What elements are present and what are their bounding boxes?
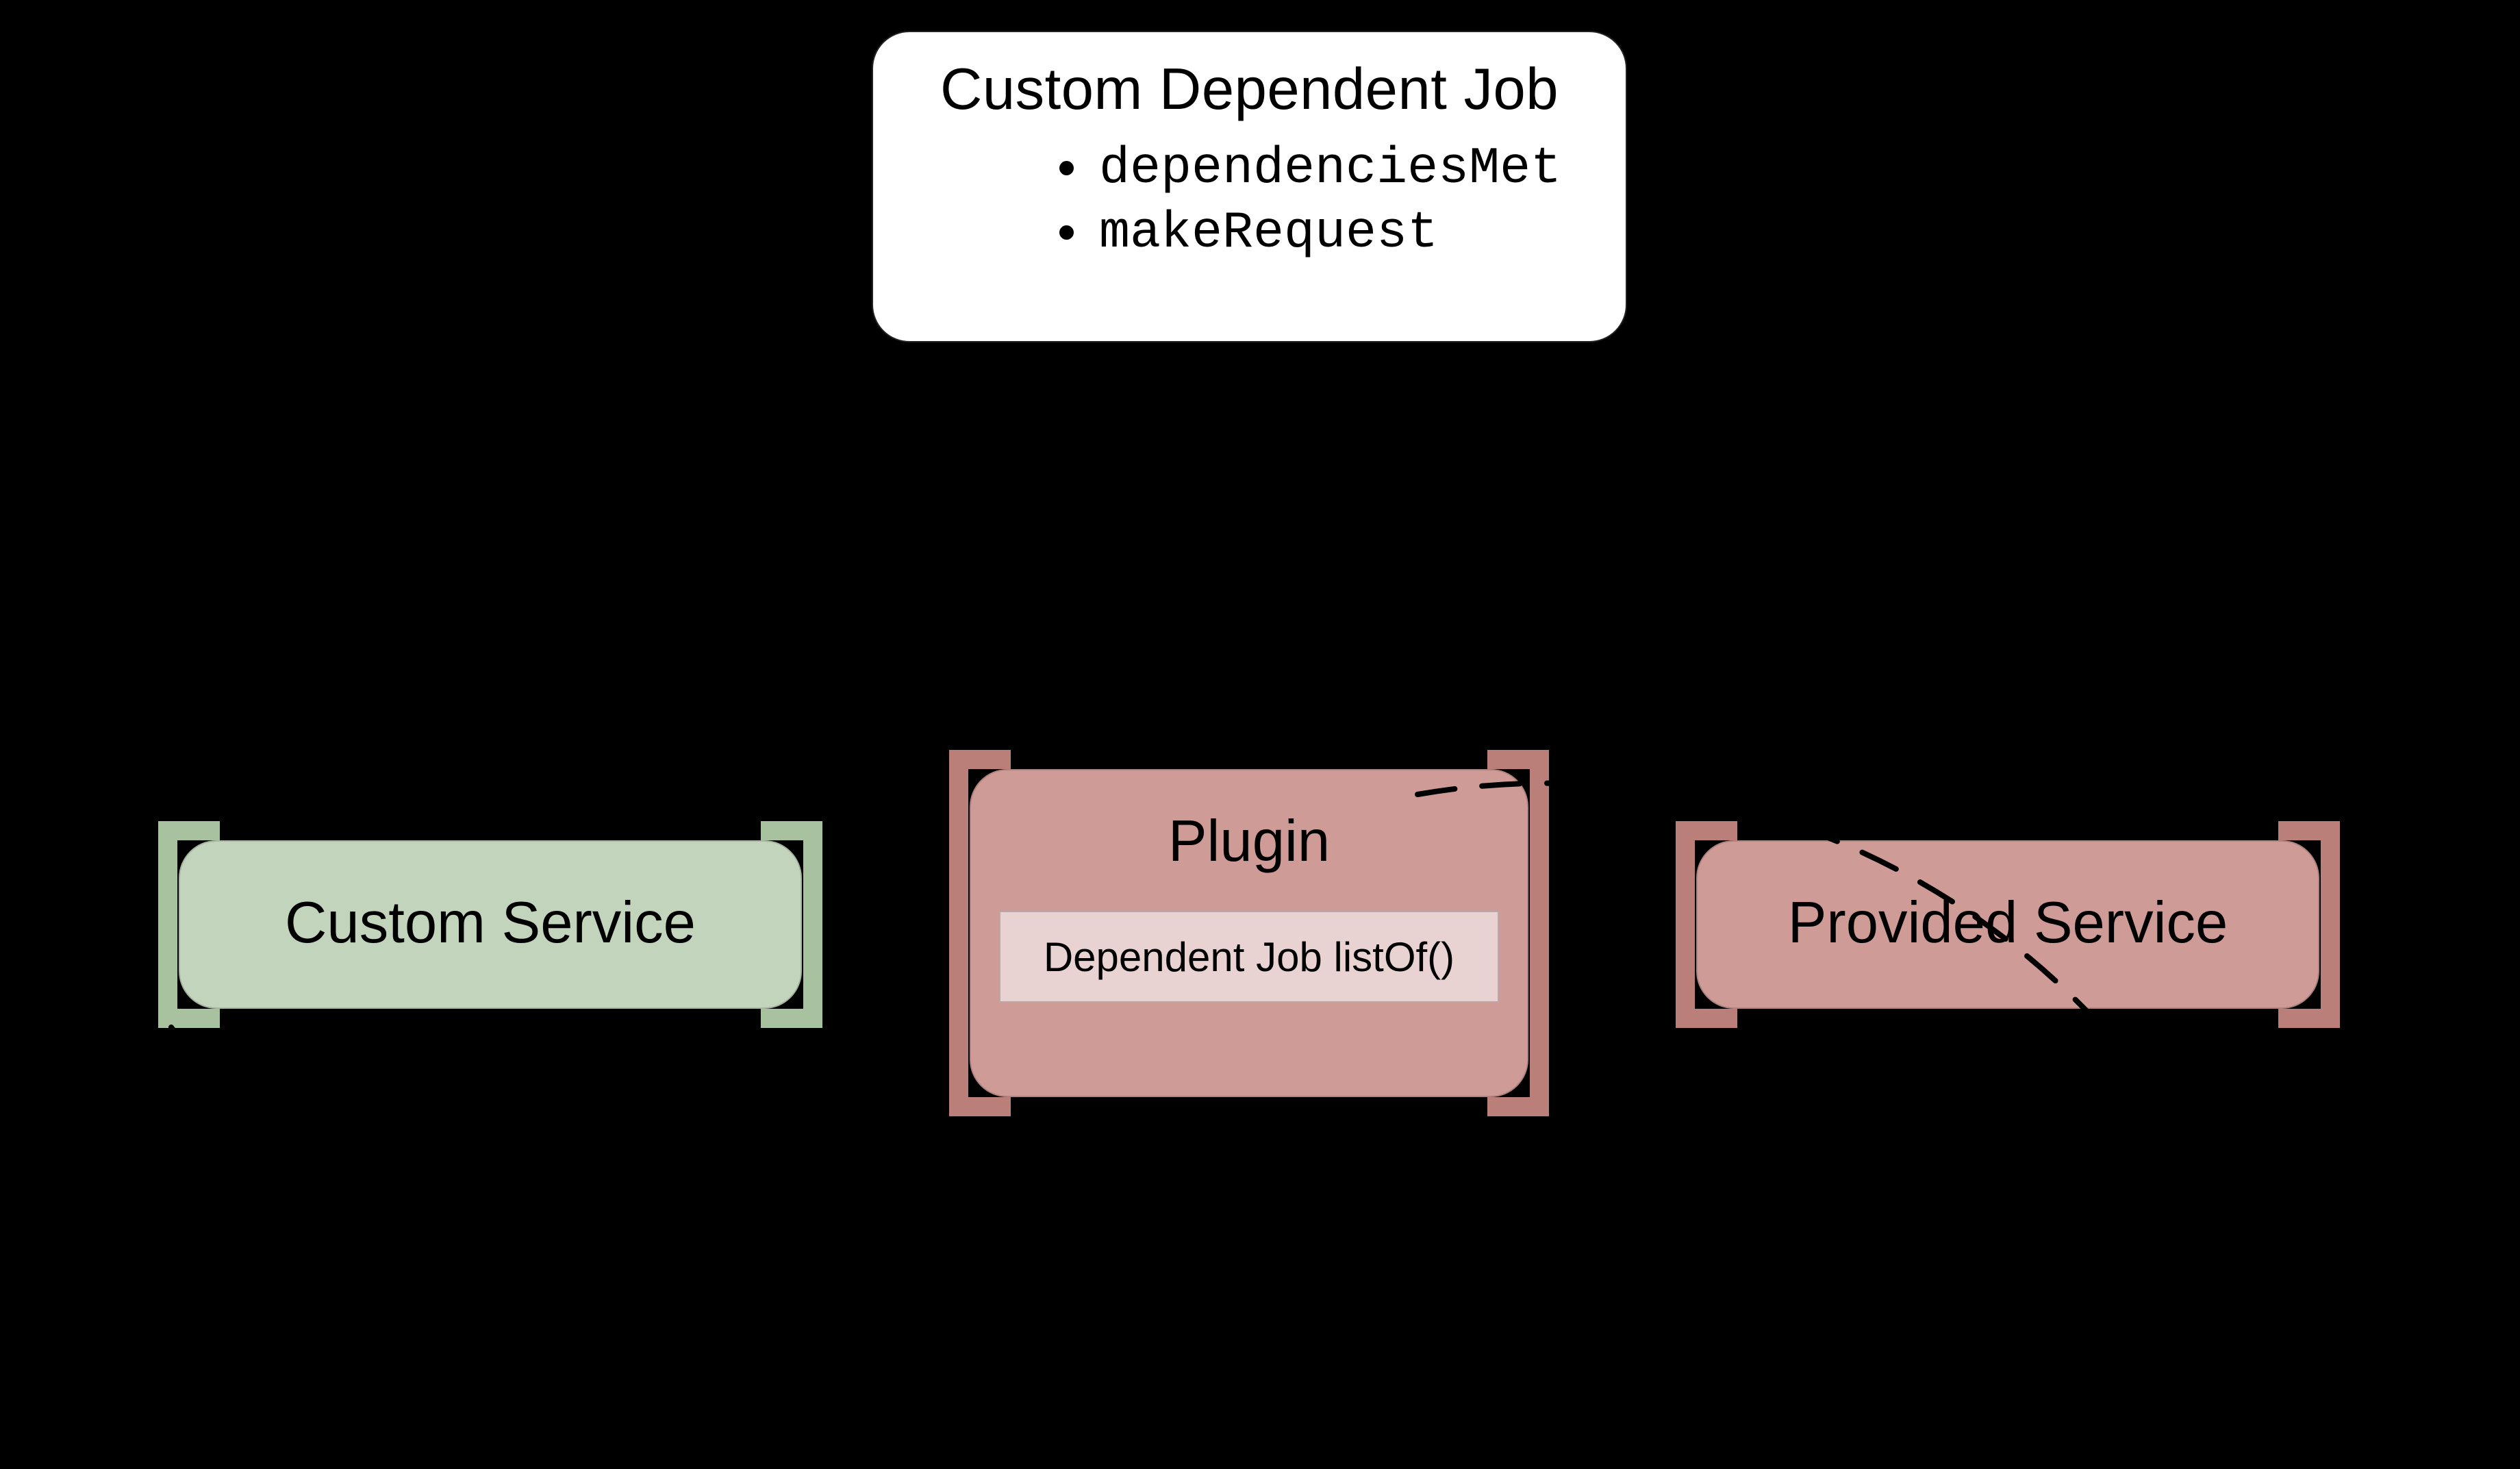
sub-box-label: Dependent Job listOf() [1044,933,1454,981]
method-item: makeRequest [1092,201,1585,266]
method-item: dependenciesMet [1092,137,1585,201]
custom-service-box: Custom Service [160,821,821,1028]
card-title: Custom Dependent Job [914,56,1585,123]
custom-dependent-job-card: Custom Dependent Job dependenciesMet mak… [872,31,1627,342]
plugin-label: Plugin [971,808,1527,875]
diagram-canvas: Custom Dependent Job dependenciesMet mak… [0,0,2520,1270]
dependent-job-listof-box: Dependent Job listOf() [999,911,1499,1003]
plugin-box: Plugin Dependent Job listOf() [950,750,1548,1116]
provided-service-box: Provided Service [1677,821,2339,1028]
card-method-list: dependenciesMet makeRequest [914,137,1585,266]
dashed-connector-left [82,986,1041,1466]
service-label: Provided Service [1698,890,2318,957]
service-label: Custom Service [180,890,801,957]
